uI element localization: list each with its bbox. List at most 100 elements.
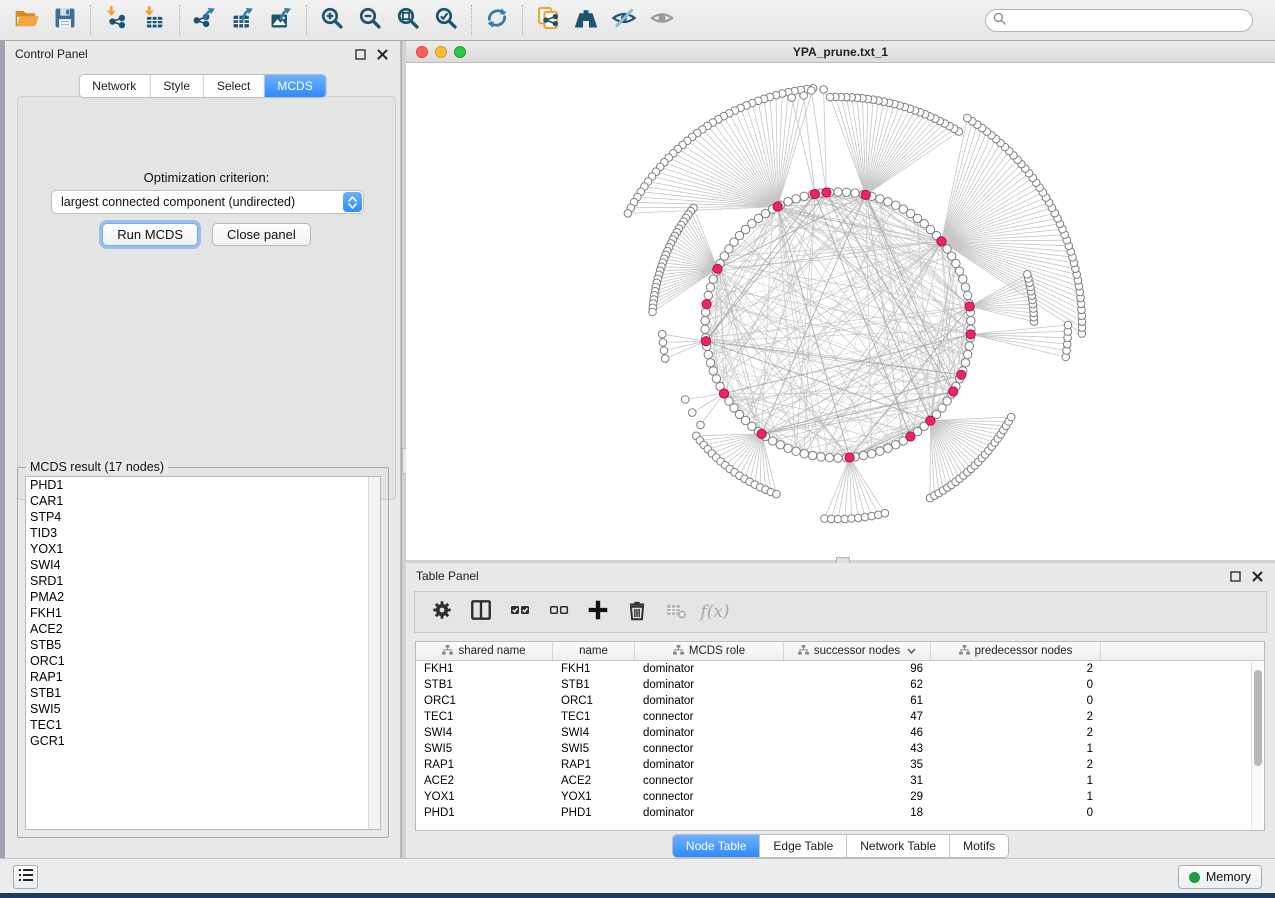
column-header-shared-name[interactable]: shared name xyxy=(416,642,553,660)
save-session-button[interactable] xyxy=(46,3,84,37)
export-network-button[interactable] xyxy=(186,3,224,37)
binoculars-button[interactable] xyxy=(567,3,605,37)
cell-MCDS-role: connector xyxy=(635,791,784,803)
mcds-node-item[interactable]: TEC1 xyxy=(26,717,380,733)
network-canvas[interactable] xyxy=(406,63,1275,560)
mcds-node-item[interactable]: RAP1 xyxy=(26,669,380,685)
dropdown-stepper-icon xyxy=(343,192,362,212)
mcds-result-list[interactable]: PHD1CAR1STP4TID3YOX1SWI4SRD1PMA2FKH1ACE2… xyxy=(25,476,381,830)
float-window-icon[interactable] xyxy=(353,47,368,62)
mcds-node-item[interactable]: STB1 xyxy=(26,685,380,701)
cell-successor-nodes: 29 xyxy=(784,791,931,803)
network-graph[interactable] xyxy=(406,63,1275,560)
import-table-button[interactable] xyxy=(135,3,173,37)
mcds-node-item[interactable]: STP4 xyxy=(26,509,380,525)
mcds-node-item[interactable]: STB5 xyxy=(26,637,380,653)
tab-edge-table[interactable]: Edge Table xyxy=(760,835,847,857)
tab-mcds[interactable]: MCDS xyxy=(264,75,325,97)
table-row[interactable]: RAP1RAP1dominator352 xyxy=(416,757,1264,773)
zoom-in-icon xyxy=(319,5,345,36)
table-body: FKH1FKH1dominator962STB1STB1dominator620… xyxy=(416,661,1264,821)
zoom-fit-button[interactable] xyxy=(389,3,427,37)
close-panel-icon[interactable] xyxy=(1250,569,1265,584)
table-row[interactable]: SWI5SWI5connector431 xyxy=(416,741,1264,757)
apply-layout-button[interactable] xyxy=(478,3,516,37)
mcds-node-item[interactable]: PHD1 xyxy=(26,477,380,493)
cell-predecessor-nodes: 1 xyxy=(931,791,1101,803)
column-header-name[interactable]: name xyxy=(553,642,635,660)
tab-network[interactable]: Network xyxy=(79,75,150,97)
zoom-out-button[interactable] xyxy=(351,3,389,37)
table-row[interactable]: ACE2ACE2connector311 xyxy=(416,773,1264,789)
column-header-predecessor-nodes[interactable]: predecessor nodes xyxy=(931,642,1101,660)
table-row[interactable]: TEC1TEC1connector472 xyxy=(416,709,1264,725)
mcds-node-item[interactable]: CAR1 xyxy=(26,493,380,509)
scrollbar-thumb[interactable] xyxy=(1254,670,1262,766)
search-input[interactable] xyxy=(1011,14,1252,28)
tab-node-table[interactable]: Node Table xyxy=(673,835,761,857)
tab-motifs[interactable]: Motifs xyxy=(950,835,1008,857)
zoom-selected-button[interactable] xyxy=(427,3,465,37)
mcds-node-item[interactable]: GCR1 xyxy=(26,733,380,749)
table-scrollbar[interactable] xyxy=(1251,662,1263,829)
network-from-selection-button[interactable] xyxy=(529,3,567,37)
list-scrollbar[interactable] xyxy=(368,477,380,829)
table-row[interactable]: YOX1YOX1connector291 xyxy=(416,789,1264,805)
open-file-button[interactable] xyxy=(8,3,46,37)
float-window-icon[interactable] xyxy=(1228,569,1243,584)
tab-style[interactable]: Style xyxy=(150,75,204,97)
mcds-node-item[interactable]: SWI5 xyxy=(26,701,380,717)
deselect-all-button[interactable] xyxy=(544,597,574,627)
mcds-node-item[interactable]: SRD1 xyxy=(26,573,380,589)
mcds-node-item[interactable]: ACE2 xyxy=(26,621,380,637)
main-toolbar xyxy=(0,0,1275,41)
control-panel: Control Panel NetworkStyleSelectMCDS Opt… xyxy=(5,41,401,858)
export-image-button[interactable] xyxy=(262,3,300,37)
column-header-successor-nodes[interactable]: successor nodes xyxy=(784,642,931,660)
table-row[interactable]: SWI4SWI4dominator462 xyxy=(416,725,1264,741)
mcds-node-item[interactable]: ORC1 xyxy=(26,653,380,669)
toolbar-separator xyxy=(90,5,91,35)
table-row[interactable]: FKH1FKH1dominator962 xyxy=(416,661,1264,677)
hide-graphics-button[interactable] xyxy=(605,3,643,37)
import-network-button[interactable] xyxy=(97,3,135,37)
close-panel-icon[interactable] xyxy=(375,47,390,62)
split-columns-button[interactable] xyxy=(466,597,496,627)
cell-name: PHD1 xyxy=(553,807,635,819)
table-row[interactable]: PHD1PHD1dominator180 xyxy=(416,805,1264,821)
mcds-node-item[interactable]: FKH1 xyxy=(26,605,380,621)
run-mcds-button[interactable]: Run MCDS xyxy=(102,223,198,246)
delete-button[interactable] xyxy=(622,597,652,627)
export-table-button[interactable] xyxy=(224,3,262,37)
zoom-out-icon xyxy=(357,5,383,36)
show-graphics-button[interactable] xyxy=(643,3,681,37)
mcds-node-item[interactable]: PMA2 xyxy=(26,589,380,605)
mcds-node-item[interactable]: YOX1 xyxy=(26,541,380,557)
tab-network-table[interactable]: Network Table xyxy=(847,835,950,857)
network-window-titlebar[interactable]: YPA_prune.txt_1 xyxy=(406,41,1275,63)
list-icon xyxy=(19,868,33,886)
add-button[interactable] xyxy=(583,597,613,627)
memory-button[interactable]: Memory xyxy=(1178,865,1262,889)
open-file-icon xyxy=(14,5,40,36)
criterion-dropdown[interactable]: largest connected component (undirected) xyxy=(51,190,364,214)
tab-select[interactable]: Select xyxy=(204,75,264,97)
toolbar-separator xyxy=(522,5,523,35)
close-panel-button[interactable]: Close panel xyxy=(212,223,311,246)
table-row[interactable]: STB1STB1dominator620 xyxy=(416,677,1264,693)
table-row[interactable]: ORC1ORC1dominator610 xyxy=(416,693,1264,709)
zoom-in-button[interactable] xyxy=(313,3,351,37)
import-table-icon xyxy=(141,5,167,36)
search-box[interactable] xyxy=(985,9,1253,32)
select-all-button[interactable] xyxy=(505,597,535,627)
cell-predecessor-nodes: 1 xyxy=(931,775,1101,787)
delete-table-icon xyxy=(665,599,687,626)
column-header-MCDS-role[interactable]: MCDS role xyxy=(635,642,784,660)
task-history-button[interactable] xyxy=(13,865,38,889)
mcds-node-item[interactable]: SWI4 xyxy=(26,557,380,573)
cell-shared-name: ACE2 xyxy=(416,775,553,787)
settings-button[interactable] xyxy=(427,597,457,627)
network-from-selection-icon xyxy=(535,5,561,36)
toolbar-icon-strip xyxy=(8,3,681,37)
mcds-node-item[interactable]: TID3 xyxy=(26,525,380,541)
